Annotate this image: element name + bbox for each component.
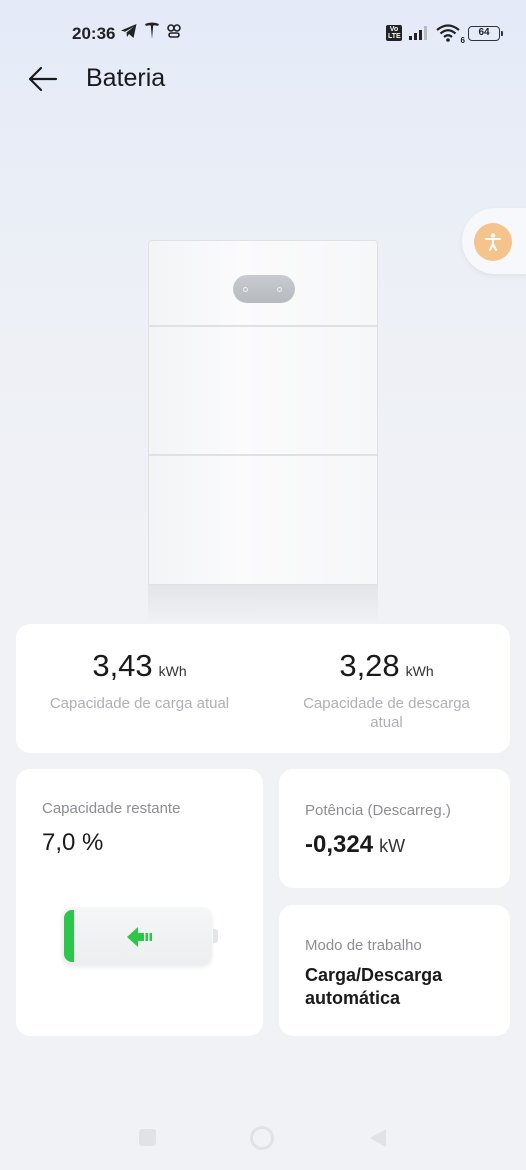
page-title: Bateria: [86, 64, 166, 92]
power-label: Potência (Descarreg.): [305, 802, 451, 819]
back-triangle-icon[interactable]: [368, 1127, 388, 1149]
power-value: -0,324: [305, 831, 374, 858]
telegram-icon: [121, 24, 137, 38]
accessibility-float-button[interactable]: [462, 208, 526, 274]
system-nav-bar: [0, 1110, 526, 1170]
wifi-indicator: 6: [436, 24, 465, 45]
led-indicator: [277, 287, 282, 292]
volte-icon: Vo LTE: [386, 25, 402, 41]
status-time: 20:36: [72, 24, 116, 43]
discharge-arrow-icon: [127, 927, 152, 947]
home-circle-icon[interactable]: [250, 1126, 274, 1150]
discharge-capacity: 3,28 kWh Capacidade de descarga atual: [263, 648, 510, 732]
wifi-icon: [436, 24, 460, 42]
charge-capacity-value: 3,43: [92, 648, 153, 683]
charge-capacity-label: Capacidade de carga atual: [49, 695, 230, 712]
discharge-capacity-unit: kWh: [405, 663, 434, 679]
power-card[interactable]: Potência (Descarreg.) -0,324 kW: [279, 769, 510, 888]
soc-battery-cap: [213, 929, 218, 943]
discharge-capacity-label: Capacidade de descarga atual: [303, 695, 470, 731]
app-icon: [167, 24, 181, 38]
arrow-left-icon: [28, 66, 58, 92]
working-mode-value: Carga/Descarga automática: [305, 965, 443, 1008]
working-mode-card[interactable]: Modo de trabalho Carga/Descarga automáti…: [279, 905, 510, 1036]
accessibility-circle: [474, 223, 512, 261]
recents-square-icon[interactable]: [139, 1129, 156, 1146]
battery-level-text: 64: [478, 26, 490, 38]
led-indicator: [243, 287, 248, 292]
working-mode-label: Modo de trabalho: [305, 937, 422, 954]
power-unit: kW: [379, 836, 406, 856]
battery-device-image: [148, 240, 378, 625]
accessibility-icon: [485, 233, 501, 251]
soc-fill-level: [64, 910, 74, 962]
battery-module-middle: [148, 326, 378, 455]
capacity-card: 3,43 kWh Capacidade de carga atual 3,28 kW…: [16, 624, 510, 753]
charge-capacity-unit: kWh: [158, 663, 187, 679]
status-right-icons: Vo LTE 6 64: [386, 24, 503, 45]
power-value-row: -0,324 kW: [305, 831, 405, 859]
battery-module-bottom: [148, 455, 378, 585]
signal-icon: [409, 26, 427, 40]
remaining-capacity-label: Capacidade restante: [42, 800, 181, 817]
charge-capacity: 3,43 kWh Capacidade de carga atual: [16, 648, 263, 713]
remaining-capacity-value: 7,0 %: [42, 829, 104, 856]
battery-control-panel: [233, 275, 295, 303]
wifi-sub-label: 6: [460, 36, 465, 45]
status-left-icons: [120, 22, 182, 40]
tesla-icon: [145, 22, 159, 39]
remaining-capacity-card[interactable]: Capacidade restante 7,0 %: [16, 769, 263, 1036]
battery-status-icon: 64: [468, 25, 503, 41]
battery-module-top: [148, 240, 378, 326]
battery-reflection: [148, 585, 378, 625]
status-bar: 20:36 Vo LTE 6 64: [0, 0, 526, 66]
back-button[interactable]: [26, 62, 60, 96]
discharge-capacity-value: 3,28: [339, 648, 400, 683]
